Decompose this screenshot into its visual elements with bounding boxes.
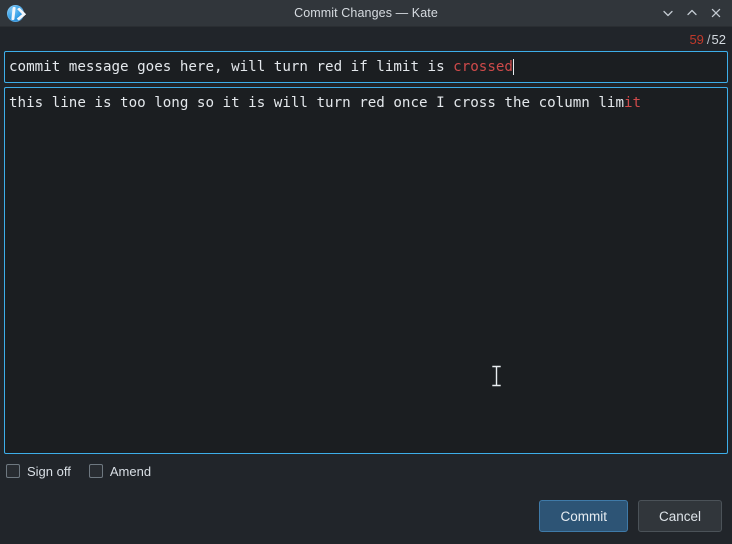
amend-label: Amend bbox=[109, 463, 152, 479]
commit-description-text: this line is too long so it is will turn… bbox=[9, 95, 624, 111]
window-title: Commit Changes — Kate bbox=[294, 6, 438, 20]
commit-subject-input[interactable]: commit message goes here, will turn red … bbox=[4, 51, 728, 83]
minimize-icon[interactable] bbox=[656, 1, 680, 25]
cancel-button[interactable]: Cancel bbox=[637, 500, 722, 532]
dialog-button-row: Commit Cancel bbox=[0, 488, 732, 544]
sign-off-checkbox-item[interactable]: Sign off bbox=[6, 464, 71, 479]
sign-off-label: Sign off bbox=[27, 463, 71, 479]
editor-area: commit message goes here, will turn red … bbox=[0, 51, 732, 454]
commit-button[interactable]: Commit bbox=[539, 500, 628, 532]
commit-changes-dialog: Commit Changes — Kate 59 / 52 commit mes… bbox=[0, 0, 732, 544]
amend-checkbox-item[interactable]: Amend bbox=[88, 463, 152, 479]
commit-description-overflow-text: it bbox=[624, 95, 642, 111]
options-row: Sign off Amend bbox=[0, 454, 732, 488]
amend-checkbox[interactable] bbox=[88, 464, 103, 478]
mouse-ibeam-cursor bbox=[491, 365, 502, 387]
character-counter: 59 / 52 bbox=[0, 27, 732, 51]
maximize-icon[interactable] bbox=[680, 1, 704, 25]
commit-subject-overflow-text: crossed bbox=[453, 58, 513, 75]
window-controls bbox=[656, 1, 732, 25]
kate-logo-icon bbox=[4, 2, 26, 24]
commit-description-line: this line is too long so it is will turn… bbox=[9, 94, 723, 113]
sign-off-checkbox[interactable] bbox=[6, 464, 20, 478]
commit-description-textarea[interactable]: this line is too long so it is will turn… bbox=[4, 87, 728, 454]
counter-used-value: 59 bbox=[689, 31, 704, 47]
counter-separator: / bbox=[706, 31, 711, 47]
counter-limit-value: 52 bbox=[711, 31, 726, 47]
text-caret bbox=[512, 59, 514, 75]
title-bar: Commit Changes — Kate bbox=[0, 0, 732, 27]
commit-subject-text: commit message goes here, will turn red … bbox=[9, 58, 454, 75]
close-icon[interactable] bbox=[704, 1, 728, 25]
